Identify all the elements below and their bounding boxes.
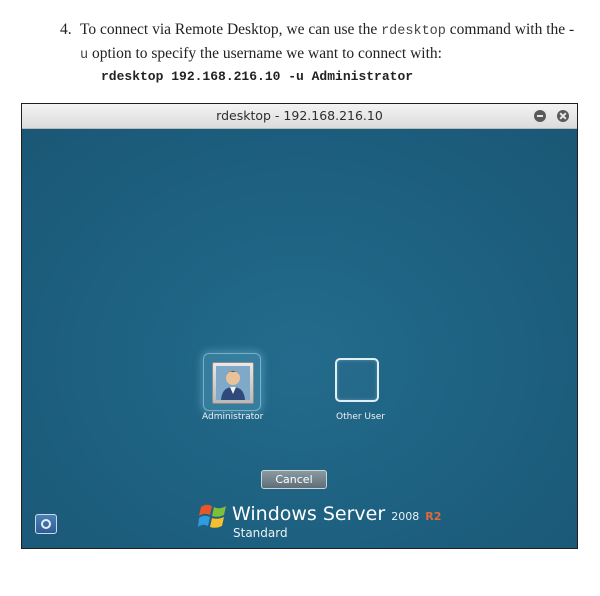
inline-command: rdesktop xyxy=(381,24,446,39)
inline-option: u xyxy=(80,48,89,63)
command-block: rdesktop 192.168.216.10 -u Administrator xyxy=(101,69,414,84)
window-titlebar[interactable]: rdesktop - 192.168.216.10 xyxy=(22,104,577,129)
step-text-part: option to specify the username we want t… xyxy=(88,45,442,62)
instruction-step: 4. To connect via Remote Desktop, we can… xyxy=(60,19,580,67)
step-text-part: command with the - xyxy=(445,21,575,38)
user-tile-administrator[interactable] xyxy=(203,353,261,411)
brand-edition: Standard xyxy=(233,526,288,540)
user-tile-label[interactable]: Other User xyxy=(336,412,385,422)
brand-windows-server: Windows Server xyxy=(232,503,386,525)
window-title: rdesktop - 192.168.216.10 xyxy=(216,108,383,123)
brand-release: R2 xyxy=(425,510,442,523)
windows-login-screen: Administrator Other User Cancel Windows … xyxy=(22,129,577,548)
ease-of-access-glyph xyxy=(41,519,51,529)
user-avatar-icon xyxy=(212,362,254,404)
windows-flag-icon xyxy=(198,504,226,528)
brand-version: 2008 xyxy=(391,510,420,523)
step-text-part: To connect via Remote Desktop, we can us… xyxy=(80,21,382,38)
step-number: 4. xyxy=(60,21,72,38)
ease-of-access-icon[interactable] xyxy=(35,514,57,534)
close-icon[interactable] xyxy=(557,110,569,122)
brand-name: Windows Server 2008 R2 xyxy=(232,503,441,525)
cancel-button[interactable]: Cancel xyxy=(261,470,327,489)
minimize-icon[interactable] xyxy=(534,110,546,122)
rdesktop-window: rdesktop - 192.168.216.10 Administrator … xyxy=(21,103,578,549)
user-tile-other-user[interactable] xyxy=(335,358,379,402)
user-tile-label[interactable]: Administrator xyxy=(202,412,263,422)
step-text: To connect via Remote Desktop, we can us… xyxy=(80,19,580,67)
